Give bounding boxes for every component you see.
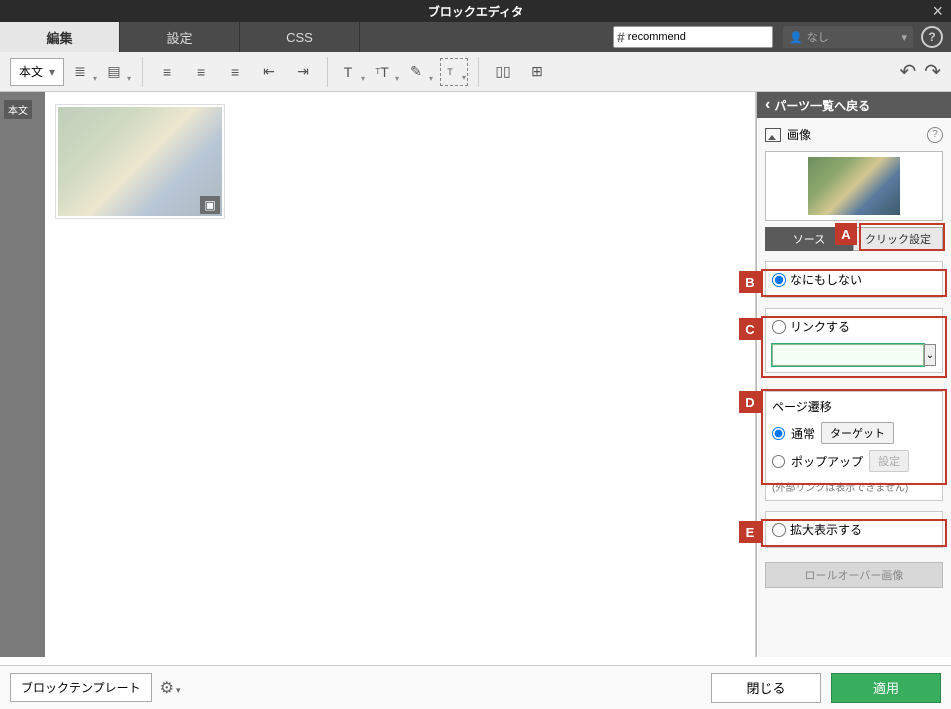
marker-a: A <box>835 223 857 245</box>
font-icon[interactable]: T <box>338 58 366 86</box>
link-url-input[interactable] <box>772 344 924 366</box>
page-transition-note: (外部リンクは表示できません) <box>772 479 936 494</box>
footer: ブロックテンプレート ⚙ 閉じる 適用 <box>0 665 951 709</box>
close-button[interactable]: 閉じる <box>711 673 821 703</box>
radio-link[interactable] <box>772 320 786 334</box>
radio-zoom[interactable] <box>772 523 786 537</box>
columns-icon[interactable]: ▯▯ <box>489 58 517 86</box>
sidebar: パーツ一覧へ戻る 画像 ? A ソース クリック設定 B <box>756 92 951 657</box>
main-area: 本文 ▣ パーツ一覧へ戻る 画像 ? A ソース <box>0 92 951 657</box>
divider <box>142 57 143 87</box>
marker-c: C <box>739 318 761 340</box>
label-zoom: 拡大表示する <box>790 521 862 538</box>
indent-decrease-icon[interactable]: ⇤ <box>255 58 283 86</box>
list-icon[interactable]: ≣ <box>70 58 98 86</box>
rollover-image-button[interactable]: ロールオーバー画像 <box>765 562 943 588</box>
help-icon[interactable]: ? <box>927 127 943 143</box>
panel-title-row: 画像 ? <box>765 126 943 143</box>
radio-normal[interactable] <box>772 427 785 440</box>
toolbar: 本文 ≣ ▤ ≡ ≡ ≡ ⇤ ⇥ T TT ✎ T ▯▯ ⊞ ↶ ↷ <box>0 52 951 92</box>
panel-title: 画像 <box>787 126 811 143</box>
page-transition-group: ページ遷移 通常 ターゲット ポップアップ 設定 (外部リンクは表示できません) <box>765 391 943 501</box>
option-zoom: 拡大表示する <box>765 511 943 548</box>
image-preview[interactable] <box>765 151 943 221</box>
divider <box>478 57 479 87</box>
font-size-icon[interactable]: TT <box>372 58 400 86</box>
color-picker-icon[interactable]: ✎ <box>406 58 434 86</box>
layout-icon[interactable]: ⊞ <box>523 58 551 86</box>
radio-popup[interactable] <box>772 455 785 468</box>
label-normal: 通常 <box>791 425 815 442</box>
block-type-icon[interactable]: ▤ <box>104 58 132 86</box>
person-icon: 👤 <box>789 31 803 44</box>
option-link: リンクする ⌄ <box>765 308 943 373</box>
window-title: ブロックエディタ <box>428 3 523 20</box>
image-block[interactable]: ▣ <box>55 104 225 219</box>
option-do-nothing: なにもしない <box>765 261 943 298</box>
image-type-icon: ▣ <box>200 196 220 214</box>
user-select[interactable]: 👤 なし <box>783 26 913 48</box>
title-bar: ブロックエディタ × <box>0 0 951 22</box>
gear-icon[interactable]: ⚙ <box>160 678 181 698</box>
block-template-button[interactable]: ブロックテンプレート <box>10 673 152 702</box>
radio-do-nothing[interactable] <box>772 273 786 287</box>
tab-css[interactable]: CSS <box>240 22 360 52</box>
label-popup: ポップアップ <box>791 453 863 470</box>
tab-settings[interactable]: 設定 <box>120 22 240 52</box>
align-right-icon[interactable]: ≡ <box>221 58 249 86</box>
canvas[interactable]: ▣ <box>45 92 235 657</box>
marker-b: B <box>739 271 761 293</box>
sidebar-back[interactable]: パーツ一覧へ戻る <box>757 92 951 118</box>
divider <box>327 57 328 87</box>
marker-d: D <box>739 391 761 413</box>
canvas-wrapper: 本文 ▣ <box>0 92 756 657</box>
marker-e: E <box>739 521 761 543</box>
close-icon[interactable]: × <box>932 1 943 22</box>
redo-icon[interactable]: ↷ <box>924 59 941 84</box>
preview-thumbnail <box>808 157 900 215</box>
target-button[interactable]: ターゲット <box>821 422 894 444</box>
page-transition-title: ページ遷移 <box>772 398 936 415</box>
image-icon <box>765 128 781 142</box>
tab-edit[interactable]: 編集 <box>0 22 120 52</box>
image-thumbnail <box>58 107 222 216</box>
hash-icon: # <box>614 29 628 45</box>
align-left-icon[interactable]: ≡ <box>153 58 181 86</box>
user-select-label: なし <box>807 29 829 45</box>
help-icon[interactable]: ? <box>921 26 943 48</box>
label-link: リンクする <box>790 318 850 335</box>
tag-field[interactable]: # <box>613 26 773 48</box>
tag-input[interactable] <box>628 31 748 43</box>
clear-format-icon[interactable]: T <box>440 58 468 86</box>
style-select[interactable]: 本文 <box>10 58 64 86</box>
undo-icon[interactable]: ↶ <box>899 59 916 84</box>
label-do-nothing: なにもしない <box>790 271 862 288</box>
main-tab-bar: 編集 設定 CSS # 👤 なし ? <box>0 22 951 52</box>
block-tag: 本文 <box>4 100 32 119</box>
link-dropdown-icon[interactable]: ⌄ <box>924 344 936 366</box>
subtab-click-settings[interactable]: クリック設定 <box>853 227 943 251</box>
apply-button[interactable]: 適用 <box>831 673 941 703</box>
indent-increase-icon[interactable]: ⇥ <box>289 58 317 86</box>
block-gutter: 本文 <box>0 92 45 657</box>
popup-settings-button[interactable]: 設定 <box>869 450 909 472</box>
align-center-icon[interactable]: ≡ <box>187 58 215 86</box>
